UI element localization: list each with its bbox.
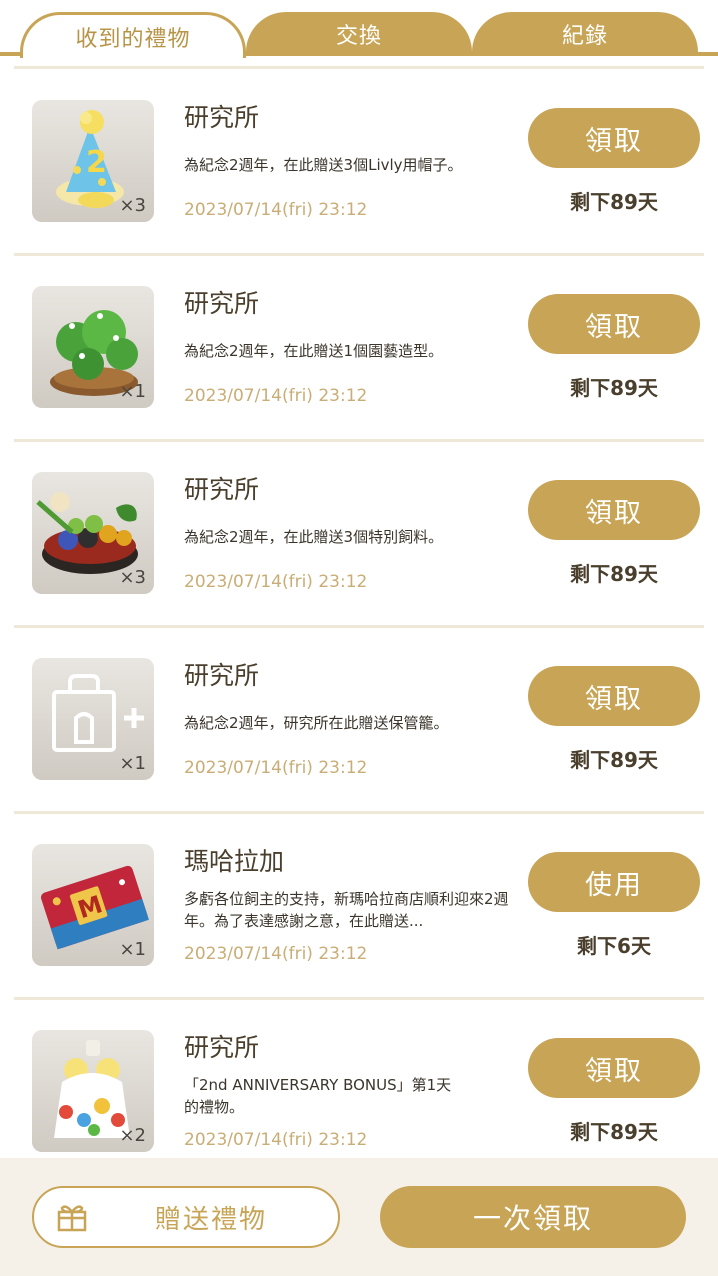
gift-sender: 研究所 (184, 289, 260, 318)
use-button[interactable]: 使用 (528, 852, 700, 912)
tab-record-label: 紀錄 (561, 24, 608, 49)
gift-description: 為紀念2週年，在此贈送3個特別飼料。 (184, 528, 444, 546)
days-remaining: 剩下89天 (570, 562, 658, 586)
days-remaining: 剩下89天 (570, 190, 658, 214)
claim-button[interactable]: 領取 (528, 666, 700, 726)
gift-row: ×2 研究所 「2nd ANNIVERSARY BONUS」第1天的禮物。 20… (14, 1000, 704, 1158)
claim-button-label: 領取 (585, 311, 643, 343)
gift-box-icon (57, 1205, 87, 1232)
gift-quantity: ×3 (119, 195, 146, 216)
claim-all-button[interactable]: 一次領取 (380, 1186, 686, 1248)
gift-quantity: ×1 (119, 381, 146, 402)
gift-row: ×1 研究所 為紀念2週年，在此贈送1個園藝造型。 2023/07/14(fri… (14, 256, 704, 442)
tab-record[interactable]: 紀錄 (472, 12, 698, 56)
gift-quantity: ×3 (119, 567, 146, 588)
gift-sender: 研究所 (184, 103, 260, 132)
svg-text:2: 2 (86, 145, 107, 180)
gift-description: 「2nd ANNIVERSARY BONUS」第1天的禮物。 (184, 1076, 452, 1116)
gift-description: 為紀念2週年，研究所在此贈送保管籠。 (184, 714, 449, 732)
gift-list[interactable]: 2 ×3 研究所 為紀念2週年，在此贈送3個Livly用帽子。 2023/07/… (0, 70, 718, 1158)
gift-row: ×1 研究所 為紀念2週年，研究所在此贈送保管籠。 2023/07/14(fri… (14, 628, 704, 814)
gift-thumbnail: ×2 (32, 1030, 154, 1152)
send-gift-button[interactable]: 贈送禮物 (32, 1186, 340, 1248)
gift-description: 為紀念2週年，在此贈送3個Livly用帽子。 (184, 156, 463, 174)
gift-sender: 研究所 (184, 475, 260, 504)
gift-thumbnail: ×3 (32, 472, 154, 594)
gift-thumbnail: 2 ×3 (32, 100, 154, 222)
tab-exchange-label: 交換 (335, 24, 382, 49)
gift-row: M ×1 瑪哈拉加 多虧各位飼主的支持，新瑪哈拉商店順利迎來2週年。為了表達感謝… (14, 814, 704, 1000)
gift-quantity: ×1 (119, 939, 146, 960)
gift-thumbnail: M ×1 (32, 844, 154, 966)
use-button-label: 使用 (585, 869, 643, 901)
tab-exchange[interactable]: 交換 (246, 12, 472, 56)
claim-button[interactable]: 領取 (528, 294, 700, 354)
gift-sender: 瑪哈拉加 (184, 847, 285, 876)
tab-received-gifts-label: 收到的禮物 (75, 26, 191, 52)
claim-button-label: 領取 (585, 497, 643, 529)
footer-bar: 贈送禮物 一次領取 (0, 1158, 718, 1276)
gift-sender: 研究所 (184, 661, 260, 690)
gift-quantity: ×2 (119, 1125, 146, 1146)
claim-button[interactable]: 領取 (528, 108, 700, 168)
gift-date: 2023/07/14(fri) 23:12 (184, 386, 368, 406)
claim-button-label: 領取 (585, 683, 643, 715)
claim-button[interactable]: 領取 (528, 480, 700, 540)
gift-description: 多虧各位飼主的支持，新瑪哈拉商店順利迎來2週年。為了表達感謝之意，在此贈送... (184, 890, 509, 930)
gift-row: 2 ×3 研究所 為紀念2週年，在此贈送3個Livly用帽子。 2023/07/… (14, 70, 704, 256)
days-remaining: 剩下6天 (577, 934, 651, 958)
days-remaining: 剩下89天 (570, 748, 658, 772)
gift-row: ×3 研究所 為紀念2週年，在此贈送3個特別飼料。 2023/07/14(fri… (14, 442, 704, 628)
gift-thumbnail: ×1 (32, 286, 154, 408)
claim-button[interactable]: 領取 (528, 1038, 700, 1098)
send-gift-label: 贈送禮物 (154, 1204, 267, 1235)
claim-button-label: 領取 (585, 125, 643, 157)
gift-date: 2023/07/14(fri) 23:12 (184, 758, 368, 778)
days-remaining: 剩下89天 (570, 1120, 658, 1144)
claim-all-label: 一次領取 (472, 1202, 593, 1235)
days-remaining: 剩下89天 (570, 376, 658, 400)
gift-date: 2023/07/14(fri) 23:12 (184, 200, 368, 220)
gift-quantity: ×1 (119, 753, 146, 774)
gift-thumbnail: ×1 (32, 658, 154, 780)
gift-description: 為紀念2週年，在此贈送1個園藝造型。 (184, 342, 444, 360)
claim-button-label: 領取 (585, 1055, 643, 1087)
gift-sender: 研究所 (184, 1033, 260, 1062)
gift-date: 2023/07/14(fri) 23:12 (184, 1130, 368, 1150)
tab-bar: 交換 紀錄 收到的禮物 (0, 0, 718, 60)
gift-date: 2023/07/14(fri) 23:12 (184, 572, 368, 592)
gift-date: 2023/07/14(fri) 23:12 (184, 944, 368, 964)
list-top-divider (14, 66, 704, 69)
tab-received-gifts[interactable]: 收到的禮物 (20, 12, 246, 58)
